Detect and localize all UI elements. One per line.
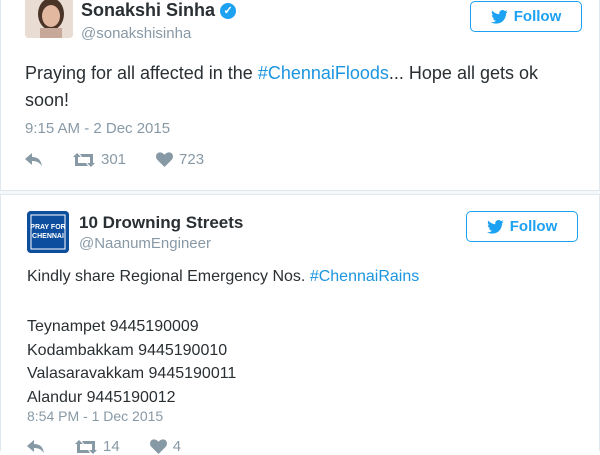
retweet-button[interactable]: 301: [73, 151, 126, 168]
avatar-image: PRAY FOR CHENNAI: [27, 211, 69, 253]
user-handle[interactable]: @sonakshisinha: [81, 25, 191, 42]
avatar-text-line: CHENNAI: [32, 233, 64, 240]
tweet-text-part: Kindly share Regional Emergency Nos.: [27, 268, 310, 285]
bird-icon: [486, 219, 504, 234]
hashtag-link[interactable]: #ChennaiFloods: [258, 63, 389, 83]
display-name[interactable]: 10 Drowning Streets: [79, 213, 243, 233]
follow-button[interactable]: Follow: [470, 1, 582, 32]
follow-button[interactable]: Follow: [466, 211, 578, 242]
tweet-card: PRAY FOR CHENNAI 10 Drowning Streets @Naa…: [0, 194, 600, 455]
reply-icon: [27, 439, 44, 453]
like-button[interactable]: 4: [149, 438, 182, 455]
list-item: Alandur 9445190012: [27, 388, 176, 406]
list-item: Teynampet 9445190009: [27, 318, 199, 335]
retweet-icon: [75, 439, 97, 454]
display-name[interactable]: Sonakshi Sinha ✓: [81, 0, 237, 21]
retweet-button[interactable]: 14: [75, 438, 120, 455]
bird-icon: [490, 9, 508, 24]
tweet-card: Sonakshi Sinha ✓ @sonakshisinha Follow Pr…: [0, 0, 600, 191]
user-handle[interactable]: @NaanumEngineer: [79, 235, 211, 252]
reply-button[interactable]: [25, 152, 43, 167]
heart-icon: [156, 152, 173, 167]
tweet-actions: 301 723: [25, 151, 234, 168]
avatar-photo: [25, 0, 73, 38]
avatar[interactable]: PRAY FOR CHENNAI: [27, 211, 69, 253]
avatar[interactable]: [25, 0, 73, 38]
heart-icon: [149, 439, 167, 454]
retweet-count: 14: [103, 438, 120, 455]
like-button[interactable]: 723: [156, 151, 204, 168]
follow-label: Follow: [513, 8, 562, 25]
retweet-count: 301: [101, 151, 127, 168]
tweet-text-part: Praying for all affected in the: [25, 63, 258, 83]
like-count: 4: [172, 438, 182, 455]
list-item: Kodambakkam 9445190010: [27, 341, 228, 359]
list-item: Valasaravakkam 9445190011: [27, 365, 237, 382]
tweet-text: Praying for all affected in the #Chennai…: [25, 60, 585, 114]
verified-badge-icon: ✓: [220, 3, 237, 19]
timestamp[interactable]: 8:54 PM - 1 Dec 2015: [27, 408, 163, 424]
retweet-icon: [73, 152, 95, 167]
follow-label: Follow: [509, 218, 558, 235]
tweet-text: Kindly share Regional Emergency Nos. #Ch…: [27, 268, 419, 286]
hashtag-link[interactable]: #ChennaiRains: [310, 268, 419, 285]
reply-icon: [25, 152, 42, 166]
emergency-number-list: Teynampet 9445190009 Kodambakkam 9445190…: [27, 315, 236, 409]
like-count: 723: [179, 151, 205, 168]
timestamp[interactable]: 9:15 AM - 2 Dec 2015: [25, 120, 170, 137]
reply-button[interactable]: [27, 439, 45, 454]
avatar-text-line: PRAY FOR: [30, 224, 65, 231]
display-name-text: Sonakshi Sinha: [81, 0, 216, 20]
tweet-actions: 14 4: [27, 438, 211, 455]
